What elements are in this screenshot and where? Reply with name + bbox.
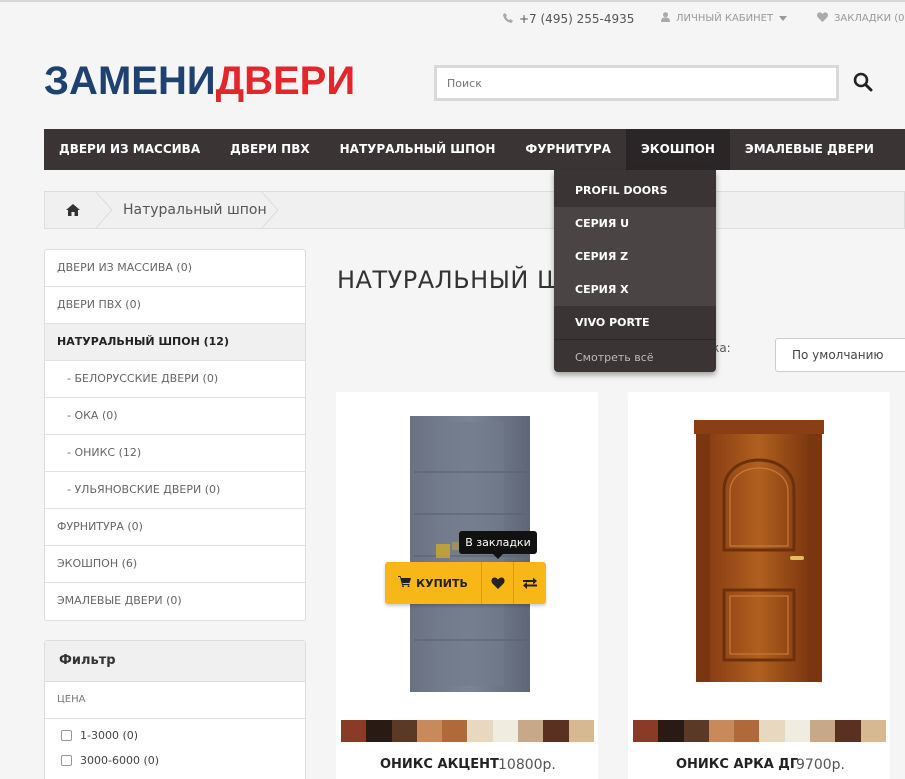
menu-item-shpon[interactable]: НАТУРАЛЬНЫЙ ШПОН bbox=[325, 129, 511, 170]
exchange-icon bbox=[523, 574, 537, 593]
dropdown-item-profil[interactable]: PROFIL DOORS bbox=[554, 174, 716, 207]
tooltip: В закладки bbox=[459, 531, 537, 559]
subcategory-item[interactable]: - ОКА (0) bbox=[45, 398, 305, 435]
product-price: 10800р. bbox=[498, 757, 556, 773]
dropdown-item-seria-u[interactable]: СЕРИЯ U bbox=[554, 207, 716, 240]
filter-title: Фильтр bbox=[45, 641, 305, 682]
breadcrumb-home[interactable] bbox=[45, 192, 101, 228]
sort-select[interactable]: По умолчанию bbox=[775, 338, 905, 372]
site-logo[interactable]: ЗАМЕНИДВЕРИ bbox=[44, 56, 355, 106]
menu-item-emal[interactable]: ЭМАЛЕВЫЕ ДВЕРИ bbox=[730, 129, 889, 170]
category-item[interactable]: ДВЕРИ ПВХ (0) bbox=[45, 287, 305, 324]
filter-option[interactable]: 1-3000 (0) bbox=[45, 723, 305, 748]
search-input[interactable] bbox=[437, 68, 836, 98]
compare-button[interactable] bbox=[514, 562, 546, 604]
filter-panel: Фильтр ЦЕНА 1-3000 (0) 3000-6000 (0) bbox=[44, 640, 306, 779]
breadcrumb: Натуральный шпон bbox=[44, 191, 905, 229]
category-item[interactable]: ЭКОШПОН (6) bbox=[45, 546, 305, 583]
color-swatches[interactable] bbox=[633, 720, 886, 742]
phone-link[interactable]: +7 (495) 255-4935 bbox=[503, 12, 634, 26]
checkbox[interactable] bbox=[61, 755, 72, 766]
ekoshpon-dropdown: PROFIL DOORS СЕРИЯ U СЕРИЯ Z СЕРИЯ X VIV… bbox=[554, 170, 716, 372]
category-list: ДВЕРИ ИЗ МАССИВА (0) ДВЕРИ ПВХ (0) НАТУР… bbox=[44, 249, 306, 621]
menu-item-pvh[interactable]: ДВЕРИ ПВХ bbox=[215, 129, 325, 170]
checkbox[interactable] bbox=[61, 730, 72, 741]
menu-item-massiv[interactable]: ДВЕРИ ИЗ МАССИВА bbox=[44, 129, 215, 170]
dropdown-item-seria-z[interactable]: СЕРИЯ Z bbox=[554, 240, 716, 273]
top-bar: +7 (495) 255-4935 ЛИЧНЫЙ КАБИНЕТ ЗАКЛАДК… bbox=[0, 10, 905, 32]
filter-option-label: 3000-6000 (0) bbox=[80, 754, 160, 767]
logo-part-2: ДВЕРИ bbox=[215, 59, 356, 103]
category-item[interactable]: ФУРНИТУРА (0) bbox=[45, 509, 305, 546]
page-title: НАТУРАЛЬНЫЙ ШП bbox=[337, 266, 582, 294]
search-box bbox=[434, 65, 839, 101]
subcategory-item[interactable]: - БЕЛОРУССКИЕ ДВЕРИ (0) bbox=[45, 361, 305, 398]
heart-icon bbox=[490, 574, 505, 593]
dropdown-item-seria-x[interactable]: СЕРИЯ X bbox=[554, 273, 716, 306]
filter-option-label: 1-3000 (0) bbox=[80, 729, 139, 742]
category-item-active[interactable]: НАТУРАЛЬНЫЙ ШПОН (12) bbox=[45, 324, 305, 361]
breadcrumb-current[interactable]: Натуральный шпон bbox=[101, 202, 267, 218]
wishlist-label: ЗАКЛАДКИ (0) bbox=[834, 13, 905, 24]
filter-option[interactable]: 3000-6000 (0) bbox=[45, 748, 305, 773]
menu-item-furnitura[interactable]: ФУРНИТУРА bbox=[510, 129, 626, 170]
wishlist-link[interactable]: ЗАКЛАДКИ (0) bbox=[817, 12, 905, 25]
product-price: 9700р. bbox=[796, 757, 845, 773]
buy-button[interactable]: КУПИТЬ bbox=[385, 562, 482, 604]
logo-part-1: ЗАМЕНИ bbox=[44, 59, 216, 103]
caret-down-icon bbox=[779, 13, 788, 24]
cart-icon bbox=[398, 576, 412, 590]
subcategory-item[interactable]: - УЛЬЯНОВСКИЕ ДВЕРИ (0) bbox=[45, 472, 305, 509]
search-button[interactable] bbox=[853, 72, 875, 94]
user-icon bbox=[661, 12, 670, 25]
category-item[interactable]: ДВЕРИ ИЗ МАССИВА (0) bbox=[45, 250, 305, 287]
subcategory-item[interactable]: - ОНИКС (12) bbox=[45, 435, 305, 472]
breadcrumb-separator bbox=[261, 192, 279, 228]
dropdown-item-vivo[interactable]: VIVO PORTE bbox=[554, 306, 716, 339]
account-label: ЛИЧНЫЙ КАБИНЕТ bbox=[676, 13, 774, 24]
account-menu[interactable]: ЛИЧНЫЙ КАБИНЕТ bbox=[661, 12, 788, 25]
color-swatches[interactable] bbox=[341, 720, 594, 742]
product-name[interactable]: ОНИКС АКЦЕНТ bbox=[380, 757, 499, 772]
product-name[interactable]: ОНИКС АРКА ДГ bbox=[676, 757, 798, 772]
search-icon bbox=[853, 72, 873, 96]
product-card[interactable]: ОНИКС АРКА ДГ 9700р. bbox=[628, 392, 890, 779]
phone-icon bbox=[503, 12, 513, 26]
product-image[interactable] bbox=[408, 416, 532, 696]
home-icon bbox=[66, 201, 80, 220]
phone-number: +7 (495) 255-4935 bbox=[519, 12, 635, 26]
main-menu: ДВЕРИ ИЗ МАССИВА ДВЕРИ ПВХ НАТУРАЛЬНЫЙ Ш… bbox=[44, 129, 905, 170]
breadcrumb-separator bbox=[95, 192, 113, 228]
filter-group-price: ЦЕНА bbox=[45, 682, 305, 719]
top-border bbox=[0, 0, 905, 2]
add-to-wishlist-button[interactable] bbox=[482, 562, 514, 604]
buy-label: КУПИТЬ bbox=[416, 576, 468, 590]
product-image[interactable] bbox=[694, 420, 824, 686]
heart-icon bbox=[817, 12, 828, 25]
dropdown-see-all[interactable]: Смотреть всё bbox=[554, 339, 716, 375]
menu-item-ekoshpon[interactable]: ЭКОШПОН bbox=[625, 129, 730, 170]
product-actions: КУПИТЬ bbox=[385, 562, 546, 604]
category-item[interactable]: ЭМАЛЕВЫЕ ДВЕРИ (0) bbox=[45, 583, 305, 620]
